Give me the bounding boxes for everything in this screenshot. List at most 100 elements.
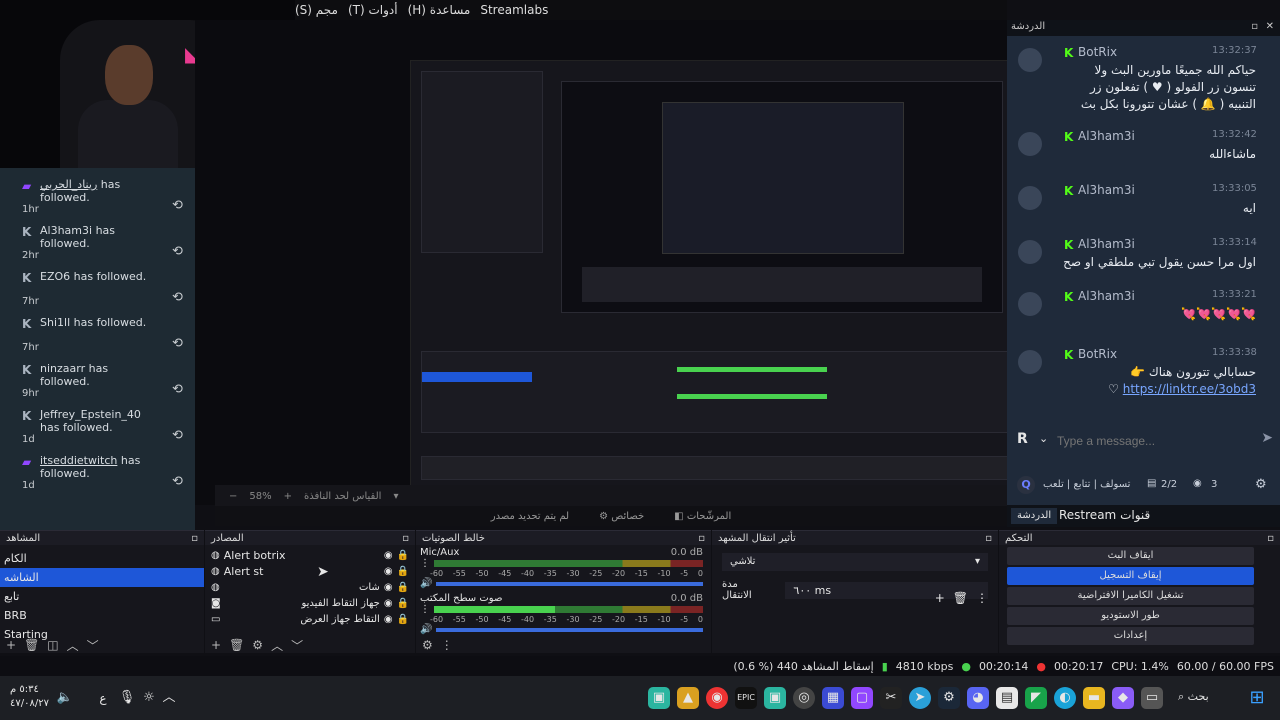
control-button[interactable]: إعدادات bbox=[1007, 627, 1254, 645]
epic-games-icon[interactable]: EPIC bbox=[735, 687, 757, 709]
filter-icon[interactable]: ◫ bbox=[47, 638, 58, 652]
lock-icon[interactable]: 🔒 bbox=[397, 582, 409, 593]
scale-mode-select[interactable]: القياس لحد النافذة bbox=[304, 491, 381, 502]
more-options-icon[interactable]: ⋮ bbox=[420, 558, 430, 569]
replay-icon[interactable]: ⟲ bbox=[172, 382, 183, 397]
zoom-plus-button[interactable]: + bbox=[284, 491, 292, 502]
undock-icon[interactable]: ▫ bbox=[985, 533, 992, 544]
replay-icon[interactable]: ⟲ bbox=[172, 336, 183, 351]
speaker-icon[interactable]: 🔈 bbox=[54, 687, 76, 709]
telegram-icon[interactable]: ➤ bbox=[909, 687, 931, 709]
gear-icon[interactable]: ⚙ bbox=[252, 638, 263, 652]
nvidia-icon[interactable]: ◤ bbox=[1025, 687, 1047, 709]
replay-icon[interactable]: ⟲ bbox=[172, 428, 183, 443]
control-button[interactable]: ايقاف البث bbox=[1007, 547, 1254, 565]
chrome-icon[interactable]: ◉ bbox=[706, 687, 728, 709]
replay-icon[interactable]: ⟲ bbox=[172, 290, 183, 305]
more-options-icon[interactable]: ⋮ bbox=[441, 638, 453, 652]
app-icon-4[interactable]: ▦ bbox=[822, 687, 844, 709]
capcut-icon[interactable]: ✂ bbox=[880, 687, 902, 709]
add-transition-button[interactable]: + bbox=[935, 591, 945, 605]
scene-item[interactable]: BRB bbox=[0, 606, 204, 625]
transition-type-select[interactable]: تلاشي ▾ bbox=[722, 553, 988, 571]
clock[interactable]: ٥:٣٤ م ٤٧/٠٨/٢٧ bbox=[10, 683, 49, 711]
language-indicator[interactable]: ع bbox=[92, 687, 114, 709]
volume-slider[interactable] bbox=[436, 627, 703, 632]
undock-icon[interactable]: ▫ bbox=[191, 533, 198, 544]
replay-icon[interactable]: ⟲ bbox=[172, 198, 183, 213]
lock-icon[interactable]: 🔒 bbox=[397, 598, 409, 609]
app-icon-3[interactable]: ▣ bbox=[764, 687, 786, 709]
chat-username[interactable]: Al3ham3i bbox=[1078, 129, 1135, 143]
menu-item-help[interactable]: (H) مساعدة bbox=[408, 3, 471, 17]
obs-icon[interactable]: ◎ bbox=[793, 687, 815, 709]
source-item[interactable]: ▭ التقاط جهاز العرض ◉ 🔒 bbox=[205, 611, 415, 627]
add-source-button[interactable]: + bbox=[211, 638, 221, 652]
brightness-icon[interactable]: ☼ bbox=[138, 687, 160, 709]
scene-item[interactable]: تابع bbox=[0, 587, 204, 606]
source-item[interactable]: ◍ Alert botrix ◉ 🔒 bbox=[205, 547, 415, 563]
lock-icon[interactable]: 🔒 bbox=[397, 614, 409, 625]
gear-icon[interactable]: ⚙ bbox=[1255, 477, 1267, 492]
chevron-down-icon[interactable]: ⌄ bbox=[1039, 432, 1048, 445]
edge-icon[interactable]: ◐ bbox=[1054, 687, 1076, 709]
file-explorer-icon[interactable]: ▬ bbox=[1083, 687, 1105, 709]
menu-item-streamlabs[interactable]: Streamlabs bbox=[480, 3, 548, 17]
send-icon[interactable]: ➤ bbox=[1261, 430, 1273, 446]
more-options-icon[interactable]: ⋮ bbox=[420, 604, 430, 615]
source-item[interactable]: ◍ شات ◉ 🔒 bbox=[205, 579, 415, 595]
steam-icon[interactable]: ⚙ bbox=[938, 687, 960, 709]
chevron-down-icon[interactable]: ▾ bbox=[393, 491, 398, 502]
visibility-eye-icon[interactable]: ◉ bbox=[384, 582, 393, 593]
zoom-minus-button[interactable]: − bbox=[229, 491, 237, 502]
gear-icon[interactable]: ⚙ bbox=[422, 638, 433, 652]
control-button[interactable]: تشغيل الكاميرا الافتراضية bbox=[1007, 587, 1254, 605]
move-down-button[interactable]: ﹀ bbox=[87, 637, 99, 654]
chat-message-input[interactable] bbox=[1055, 430, 1249, 452]
properties-button[interactable]: ⚙ خصائص bbox=[599, 511, 644, 522]
undock-icon[interactable]: ▫ bbox=[698, 533, 705, 544]
undock-icon[interactable]: ▫ bbox=[1267, 533, 1274, 544]
trash-icon[interactable]: 🗑 bbox=[24, 638, 39, 652]
chat-username[interactable]: Al3ham3i bbox=[1078, 289, 1135, 303]
lock-icon[interactable]: 🔒 bbox=[397, 550, 409, 561]
task-view-icon[interactable]: ▭ bbox=[1141, 687, 1163, 709]
windows-start-icon[interactable]: ⊞ bbox=[1246, 687, 1268, 709]
taskbar-search[interactable]: ⌕ بحث bbox=[1178, 690, 1209, 704]
undock-icon[interactable]: ▫ bbox=[402, 533, 409, 544]
source-item[interactable]: ◍ Alert st ◉ 🔒 bbox=[205, 563, 415, 579]
chat-username[interactable]: Al3ham3i bbox=[1078, 237, 1135, 251]
chat-username[interactable]: Al3ham3i bbox=[1078, 183, 1135, 197]
move-up-button[interactable]: ︿ bbox=[271, 637, 283, 654]
menu-item-scene[interactable]: (S) مجم bbox=[295, 3, 338, 17]
source-item[interactable]: ◙ جهاز التقاط الفيديو ◉ 🔒 bbox=[205, 595, 415, 611]
add-scene-button[interactable]: + bbox=[6, 638, 16, 652]
close-icon[interactable]: ✕ bbox=[1266, 21, 1274, 32]
visibility-eye-icon[interactable]: ◉ bbox=[384, 598, 393, 609]
replay-icon[interactable]: ⟲ bbox=[172, 474, 183, 489]
tab-chat[interactable]: الدردشة bbox=[1011, 508, 1058, 524]
viewer-list-icon[interactable]: ▤ bbox=[1147, 478, 1156, 489]
app-icon-2[interactable]: ▲ bbox=[677, 687, 699, 709]
chevron-up-icon[interactable]: ︿ bbox=[158, 687, 180, 709]
scene-item[interactable]: الكام bbox=[0, 549, 204, 568]
menu-item-tools[interactable]: (T) أدوات bbox=[348, 3, 398, 17]
store-icon[interactable]: ▤ bbox=[996, 687, 1018, 709]
speaker-icon[interactable]: 🔊 bbox=[420, 624, 432, 635]
speaker-icon[interactable]: 🔊 bbox=[420, 578, 432, 589]
copilot-icon[interactable]: ◆ bbox=[1112, 687, 1134, 709]
chat-link[interactable]: https://linktr.ee/3obd3 bbox=[1123, 381, 1256, 398]
visibility-eye-icon[interactable]: ◉ bbox=[384, 566, 393, 577]
undock-icon[interactable]: ▫ bbox=[1251, 21, 1258, 32]
twitch-icon[interactable]: ▢ bbox=[851, 687, 873, 709]
trash-icon[interactable]: 🗑 bbox=[229, 638, 244, 652]
control-button[interactable]: إيقاف التسجيل bbox=[1007, 567, 1254, 585]
trash-icon[interactable]: 🗑 bbox=[953, 591, 968, 605]
filters-button[interactable]: ◧ المرشّحات bbox=[674, 511, 731, 522]
app-icon-1[interactable]: ▣ bbox=[648, 687, 670, 709]
more-options-icon[interactable]: ⋮ bbox=[976, 591, 988, 605]
control-button[interactable]: طور الاستوديو bbox=[1007, 607, 1254, 625]
lock-icon[interactable]: 🔒 bbox=[397, 566, 409, 577]
move-down-button[interactable]: ﹀ bbox=[291, 637, 303, 654]
visibility-eye-icon[interactable]: ◉ bbox=[384, 614, 393, 625]
